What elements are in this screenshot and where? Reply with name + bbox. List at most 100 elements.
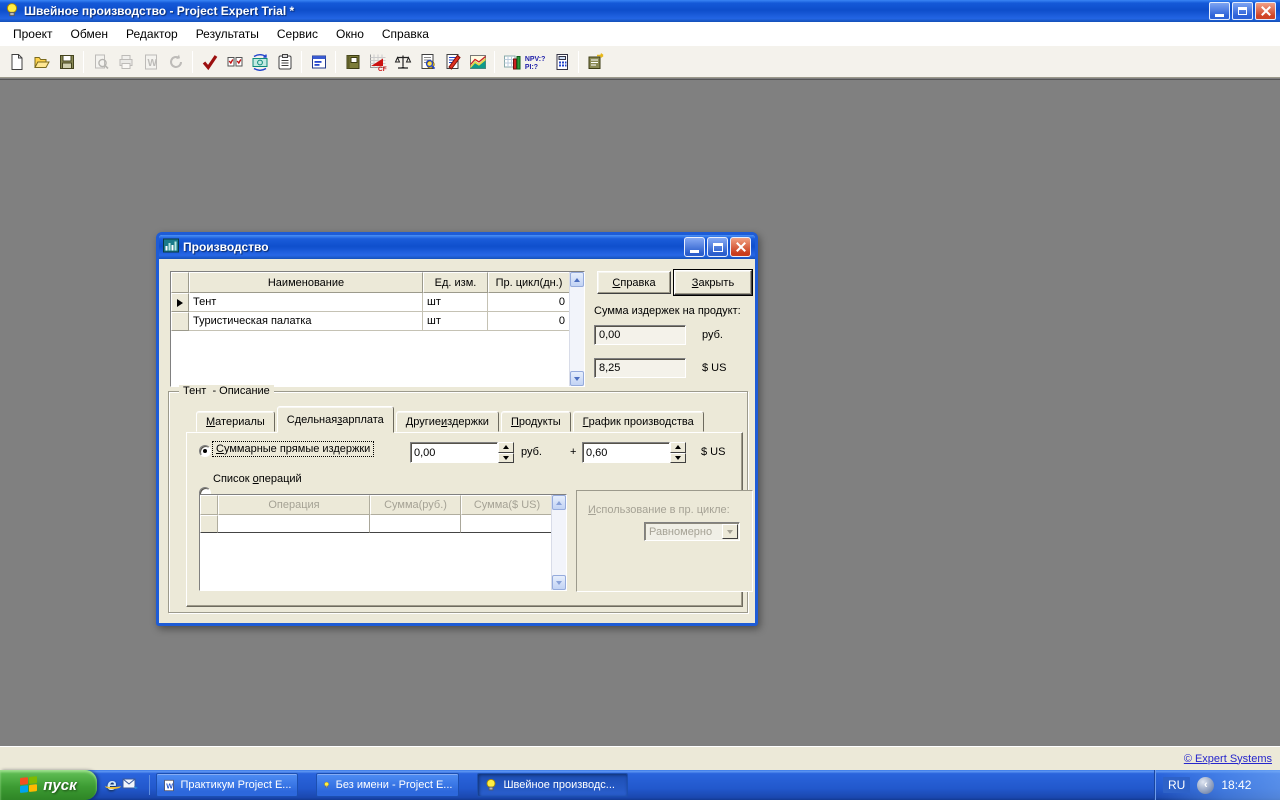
minimize-button[interactable] [1209, 2, 1230, 20]
save-icon[interactable] [54, 49, 79, 74]
checklist-icon[interactable] [222, 49, 247, 74]
svg-text:W: W [147, 58, 157, 69]
total-direct-costs-radio[interactable] [199, 445, 211, 457]
tab-piece-wage[interactable]: Сдельная з арплата [276, 406, 394, 433]
clock: 18:42 [1221, 778, 1252, 792]
minimize-icon [1215, 13, 1224, 17]
windows-flag-icon [20, 776, 38, 794]
dialog-title: Производство [183, 240, 269, 254]
menu-item-project[interactable]: Проект [4, 24, 62, 44]
cost-rub-field: 0,00 [594, 325, 686, 345]
table-row[interactable]: Туристическая палатка шт 0 [171, 312, 584, 331]
products-table-scrollbar[interactable] [569, 272, 584, 386]
row-marker-cell [171, 293, 189, 312]
project-dialogs-icon[interactable] [306, 49, 331, 74]
outlook-express-icon[interactable] [122, 776, 139, 794]
company-book-icon[interactable] [340, 49, 365, 74]
spin-up-icon[interactable] [498, 442, 514, 453]
direct-rub-spinner[interactable] [498, 442, 514, 463]
cell-product-name[interactable]: Тент [189, 293, 423, 312]
cell-sum-usd [461, 515, 553, 533]
profitability-chart-icon[interactable] [465, 49, 490, 74]
cost-per-product-label: Сумма издержек на продукт: [594, 305, 741, 317]
minimize-icon [690, 250, 699, 253]
tab-products[interactable]: Продукты [500, 411, 571, 432]
cell-product-cycle[interactable]: 0 [488, 312, 570, 331]
toolbar-separator [301, 50, 302, 73]
task-label: Швейное производс... [503, 779, 615, 791]
spin-down-icon[interactable] [498, 452, 514, 463]
analysis-document-icon[interactable] [415, 49, 440, 74]
word-report-icon: W [138, 49, 163, 74]
edit-document-icon[interactable] [440, 49, 465, 74]
close-dialog-button[interactable]: Закрыть [673, 269, 753, 296]
restore-button[interactable] [1232, 2, 1253, 20]
svg-text:PI:?: PI:? [525, 63, 538, 70]
direct-rub-input[interactable] [410, 442, 498, 463]
column-header-unit[interactable]: Ед. изм. [423, 272, 488, 293]
scroll-down-icon [552, 575, 566, 590]
cell-product-unit[interactable]: шт [423, 293, 488, 312]
tab-other-costs[interactable]: Другие и здержки [395, 411, 499, 432]
scales-icon[interactable] [390, 49, 415, 74]
cell-product-unit[interactable]: шт [423, 312, 488, 331]
taskbar-task-untitled[interactable]: Без имени - Project E... [316, 773, 460, 797]
expert-systems-link[interactable]: © Expert Systems [1184, 753, 1272, 765]
toolbar-separator [335, 50, 336, 73]
dialog-minimize-button[interactable] [684, 237, 705, 257]
menu-item-results[interactable]: Результаты [187, 24, 268, 44]
taskbar-task-sewing[interactable]: Швейное производс... [477, 773, 629, 797]
detail-tables-icon[interactable] [499, 49, 524, 74]
table-row[interactable]: Тент шт 0 [171, 293, 584, 312]
start-button[interactable]: пуск [0, 770, 97, 800]
dialog-close-button[interactable] [730, 237, 751, 257]
open-project-icon[interactable] [29, 49, 54, 74]
total-direct-costs-label[interactable]: Суммарные прямые издержки [211, 441, 375, 457]
validate-check-icon[interactable] [197, 49, 222, 74]
calculator-icon[interactable] [549, 49, 574, 74]
dialog-titlebar[interactable]: Производство [159, 235, 755, 259]
menu-item-window[interactable]: Окно [327, 24, 373, 44]
language-indicator[interactable]: RU [1163, 777, 1191, 793]
scroll-up-icon[interactable] [570, 272, 584, 287]
tab-materials[interactable]: Материалы [196, 411, 275, 432]
money-exchange-icon[interactable] [247, 49, 272, 74]
internet-explorer-icon[interactable]: e [104, 775, 122, 795]
menu-item-editor[interactable]: Редактор [117, 24, 187, 44]
direct-usd-input[interactable] [582, 442, 670, 463]
column-header-name[interactable]: Наименование [189, 272, 423, 293]
cell-product-name[interactable]: Туристическая палатка [189, 312, 423, 331]
cash-flow-icon[interactable]: CF [365, 49, 390, 74]
operations-table-scrollbar [551, 495, 566, 590]
direct-usd-spinner[interactable] [670, 442, 686, 463]
reports-icon[interactable] [583, 49, 608, 74]
taskbar-task-practicum[interactable]: W Практикум Project E... [156, 773, 299, 797]
dialog-chart-icon [163, 238, 179, 256]
menu-item-help[interactable]: Справка [373, 24, 438, 44]
spin-down-icon[interactable] [670, 452, 686, 463]
column-header-cycle[interactable]: Пр. цикл(дн.) [488, 272, 570, 293]
app-title: Швейное производство - Project Expert Tr… [24, 4, 295, 18]
dialog-maximize-button[interactable] [707, 237, 728, 257]
quick-launch: e [97, 775, 156, 795]
menu-item-exchange[interactable]: Обмен [62, 24, 118, 44]
scroll-down-icon[interactable] [570, 371, 584, 386]
svg-text:NPV:?: NPV:? [525, 56, 545, 63]
notes-icon[interactable] [272, 49, 297, 74]
spin-up-icon[interactable] [670, 442, 686, 453]
close-icon [736, 242, 746, 252]
help-button[interactable]: Справка [597, 271, 671, 294]
close-button[interactable] [1255, 2, 1276, 20]
cell-product-cycle[interactable]: 0 [488, 293, 570, 312]
cost-rub-unit: руб. [702, 329, 723, 341]
new-document-icon[interactable] [4, 49, 29, 74]
cost-usd-field: 8,25 [594, 358, 686, 378]
taskbar: пуск e W Практикум Project E... Без имен… [0, 770, 1280, 800]
tray-clock-icon[interactable]: ‹ [1197, 776, 1215, 794]
restore-icon [1238, 7, 1247, 15]
tab-production-schedule[interactable]: График производства [572, 411, 704, 432]
menu-item-service[interactable]: Сервис [268, 24, 327, 44]
cost-usd-unit: $ US [702, 362, 727, 374]
npv-indicators-icon[interactable]: NPV:? PI:? [524, 49, 549, 74]
operations-list-label[interactable]: Список операций [213, 473, 302, 485]
